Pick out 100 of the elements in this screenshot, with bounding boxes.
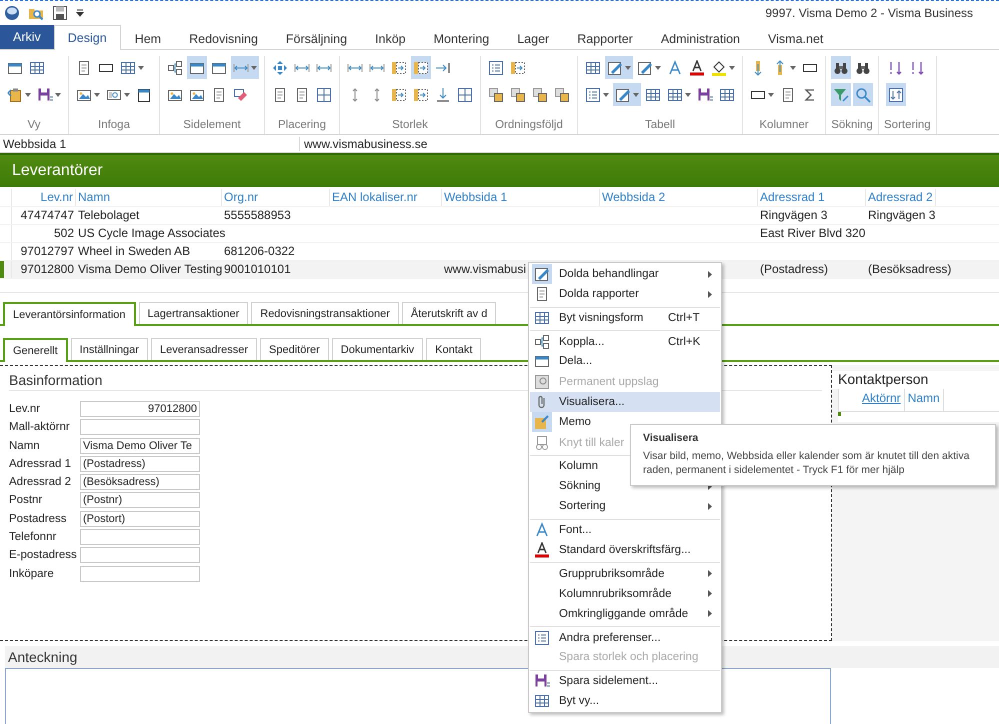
menu-label: Visualisera...: [559, 396, 625, 408]
column-header[interactable]: Webbsida 2: [600, 189, 758, 206]
caret-icon: [603, 92, 609, 96]
table-cell: Wheel in Sweden AB: [78, 244, 190, 258]
column-header[interactable]: Webbsida 1: [442, 189, 600, 206]
caret-icon[interactable]: [76, 8, 84, 16]
tab[interactable]: Leveransadresser: [150, 338, 258, 360]
tab[interactable]: Generellt: [3, 338, 68, 362]
tab[interactable]: Redovisningstransaktioner: [251, 302, 399, 324]
ribbon-tab[interactable]: Hem: [120, 26, 176, 50]
menu-item[interactable]: Sortering: [530, 496, 720, 517]
document-icon: [294, 86, 310, 102]
menu-item[interactable]: Omkringliggande område: [530, 604, 720, 624]
menu-label: Standard överskriftsfärg...: [559, 544, 691, 556]
table-icon: [645, 86, 661, 102]
tab[interactable]: Leverantörsinformation: [3, 302, 136, 326]
table-cell: www.vismabusi: [444, 262, 526, 276]
field-label: Webbsida 1: [0, 136, 300, 150]
menu-label: Sökning: [559, 480, 601, 492]
field-label: Postnr: [9, 494, 44, 506]
table-cell: Telebolaget: [78, 208, 140, 222]
table-icon: [29, 60, 45, 76]
input-field[interactable]: (Postnr): [80, 492, 200, 508]
menu-item[interactable]: Koppla... Ctrl+K: [530, 330, 720, 352]
menu-item[interactable]: Dolda behandlingar: [530, 264, 720, 284]
field-label: Inköpare: [9, 568, 55, 580]
ribbon-tab[interactable]: Lager: [503, 26, 564, 50]
menu-item[interactable]: Grupprubriksområde: [530, 562, 720, 584]
list-icon: [488, 60, 504, 76]
list-icon: [585, 86, 601, 102]
column-header[interactable]: Adressrad 1: [758, 189, 866, 206]
move-arrows-icon: [272, 60, 288, 76]
input-field[interactable]: [80, 529, 200, 546]
group-label: Tabell: [644, 119, 676, 133]
ribbon-tab[interactable]: Försäljning: [272, 26, 362, 50]
toolbar-button[interactable]: [613, 83, 641, 106]
tab[interactable]: Inställningar: [70, 338, 148, 360]
toolbar-button[interactable]: [605, 56, 633, 79]
column-header[interactable]: Adressrad 2: [866, 189, 936, 206]
menu-label: Kolumnrubriksområde: [559, 588, 672, 600]
table-cell: 5555588953: [224, 208, 291, 222]
file-tab[interactable]: Arkiv: [0, 25, 54, 49]
ribbon-tab[interactable]: Administration: [646, 26, 754, 50]
ribbon-tab[interactable]: Rapporter: [563, 26, 647, 50]
menu-item[interactable]: Spara sidelement...: [530, 670, 720, 691]
tab[interactable]: Återutskrift av d: [402, 302, 496, 324]
input-field[interactable]: (Postadress): [80, 456, 200, 472]
document-icon: [272, 86, 288, 102]
input-field[interactable]: [80, 547, 200, 564]
ribbon-tab[interactable]: Redovisning: [175, 26, 272, 50]
ribbon-tab[interactable]: Design: [54, 25, 121, 50]
caret-icon: [94, 92, 100, 96]
app-icon[interactable]: [4, 4, 20, 20]
menu-item[interactable]: Kolumnrubriksområde: [530, 583, 720, 604]
menu-label: Byt vy...: [559, 695, 600, 708]
input-field[interactable]: [80, 419, 200, 436]
panel-title: Kontaktperson: [832, 371, 999, 389]
toolbar-button[interactable]: [187, 56, 207, 79]
input-field[interactable]: Visma Demo Oliver Te: [80, 438, 200, 454]
menu-label: Omkringliggande område: [559, 608, 688, 620]
menu-item[interactable]: Dela...: [530, 351, 720, 372]
ribbon-tab[interactable]: Visma.net: [754, 26, 838, 50]
ribbon-tab[interactable]: Inköp: [361, 26, 420, 50]
menu-item[interactable]: Dolda rapporter: [530, 284, 720, 305]
field-label: Namn: [9, 440, 41, 452]
menu-item[interactable]: Andra preferenser...: [530, 626, 720, 648]
caret-icon: [685, 92, 691, 96]
menu-item[interactable]: Standard överskriftsfärg...: [530, 540, 720, 560]
column-header[interactable]: EAN lokaliser.nr: [330, 189, 442, 206]
menu-item[interactable]: Memo: [530, 412, 720, 432]
input-field[interactable]: 97012800: [80, 401, 200, 417]
tab[interactable]: Speditörer: [260, 338, 329, 360]
group-label: Placering: [278, 119, 326, 133]
column-header[interactable]: Org.nr: [222, 189, 330, 206]
input-field[interactable]: [80, 566, 200, 582]
tab[interactable]: Dokumentarkiv: [332, 338, 424, 360]
toolbar-button[interactable]: [831, 56, 851, 79]
sort-icon: [888, 86, 904, 102]
table-icon: [719, 86, 735, 102]
column-header[interactable]: Namn: [904, 389, 944, 411]
sort-icon: [888, 60, 904, 76]
menu-item[interactable]: Byt vy...: [530, 690, 720, 712]
menu-item[interactable]: Visualisera...: [530, 392, 720, 412]
menu-label: Dolda rapporter: [559, 288, 639, 300]
input-field[interactable]: (Postort): [80, 510, 200, 527]
caret-icon: [655, 66, 661, 70]
menu-item[interactable]: Byt visningsform Ctrl+T: [530, 306, 720, 328]
row-marker: [838, 412, 841, 416]
group-label: Storlek: [392, 119, 428, 133]
input-field[interactable]: (Besöksadress): [80, 474, 200, 490]
ribbon-tab[interactable]: Montering: [420, 26, 504, 50]
menu-label: Spara sidelement...: [559, 675, 658, 688]
column-header[interactable]: Namn: [76, 189, 222, 206]
menu-item[interactable]: Font...: [530, 518, 720, 540]
tab[interactable]: Lagertransaktioner: [138, 302, 248, 324]
toolbar-button[interactable]: [411, 56, 431, 79]
tab[interactable]: Kontakt: [426, 338, 482, 360]
column-header[interactable]: Aktörnr: [859, 389, 905, 411]
table-cell: 97012800: [20, 262, 74, 276]
column-header[interactable]: Lev.nr: [12, 189, 76, 206]
